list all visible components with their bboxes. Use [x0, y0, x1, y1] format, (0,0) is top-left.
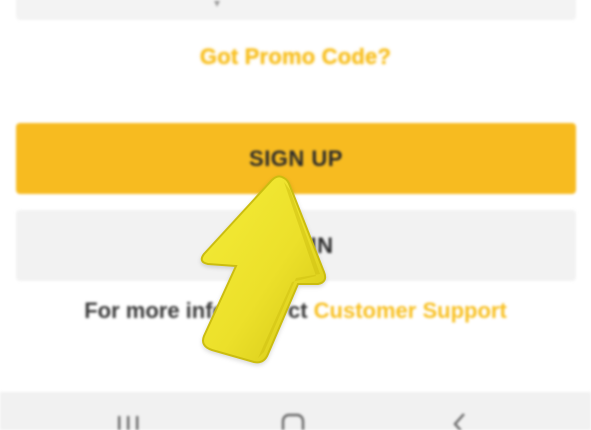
sign-up-label: SIGN UP	[249, 145, 343, 171]
previous-input-field[interactable]: ▾	[16, 0, 576, 20]
customer-support-link[interactable]: Customer Support	[314, 298, 507, 323]
pointer-arrow-icon	[200, 175, 327, 364]
promo-code-link[interactable]: Got Promo Code?	[0, 44, 591, 70]
chevron-down-icon: ▾	[214, 0, 221, 10]
recent-apps-icon[interactable]	[113, 410, 143, 430]
system-navigation-bar	[0, 392, 591, 430]
back-icon[interactable]	[444, 410, 474, 430]
home-icon[interactable]	[278, 410, 308, 430]
